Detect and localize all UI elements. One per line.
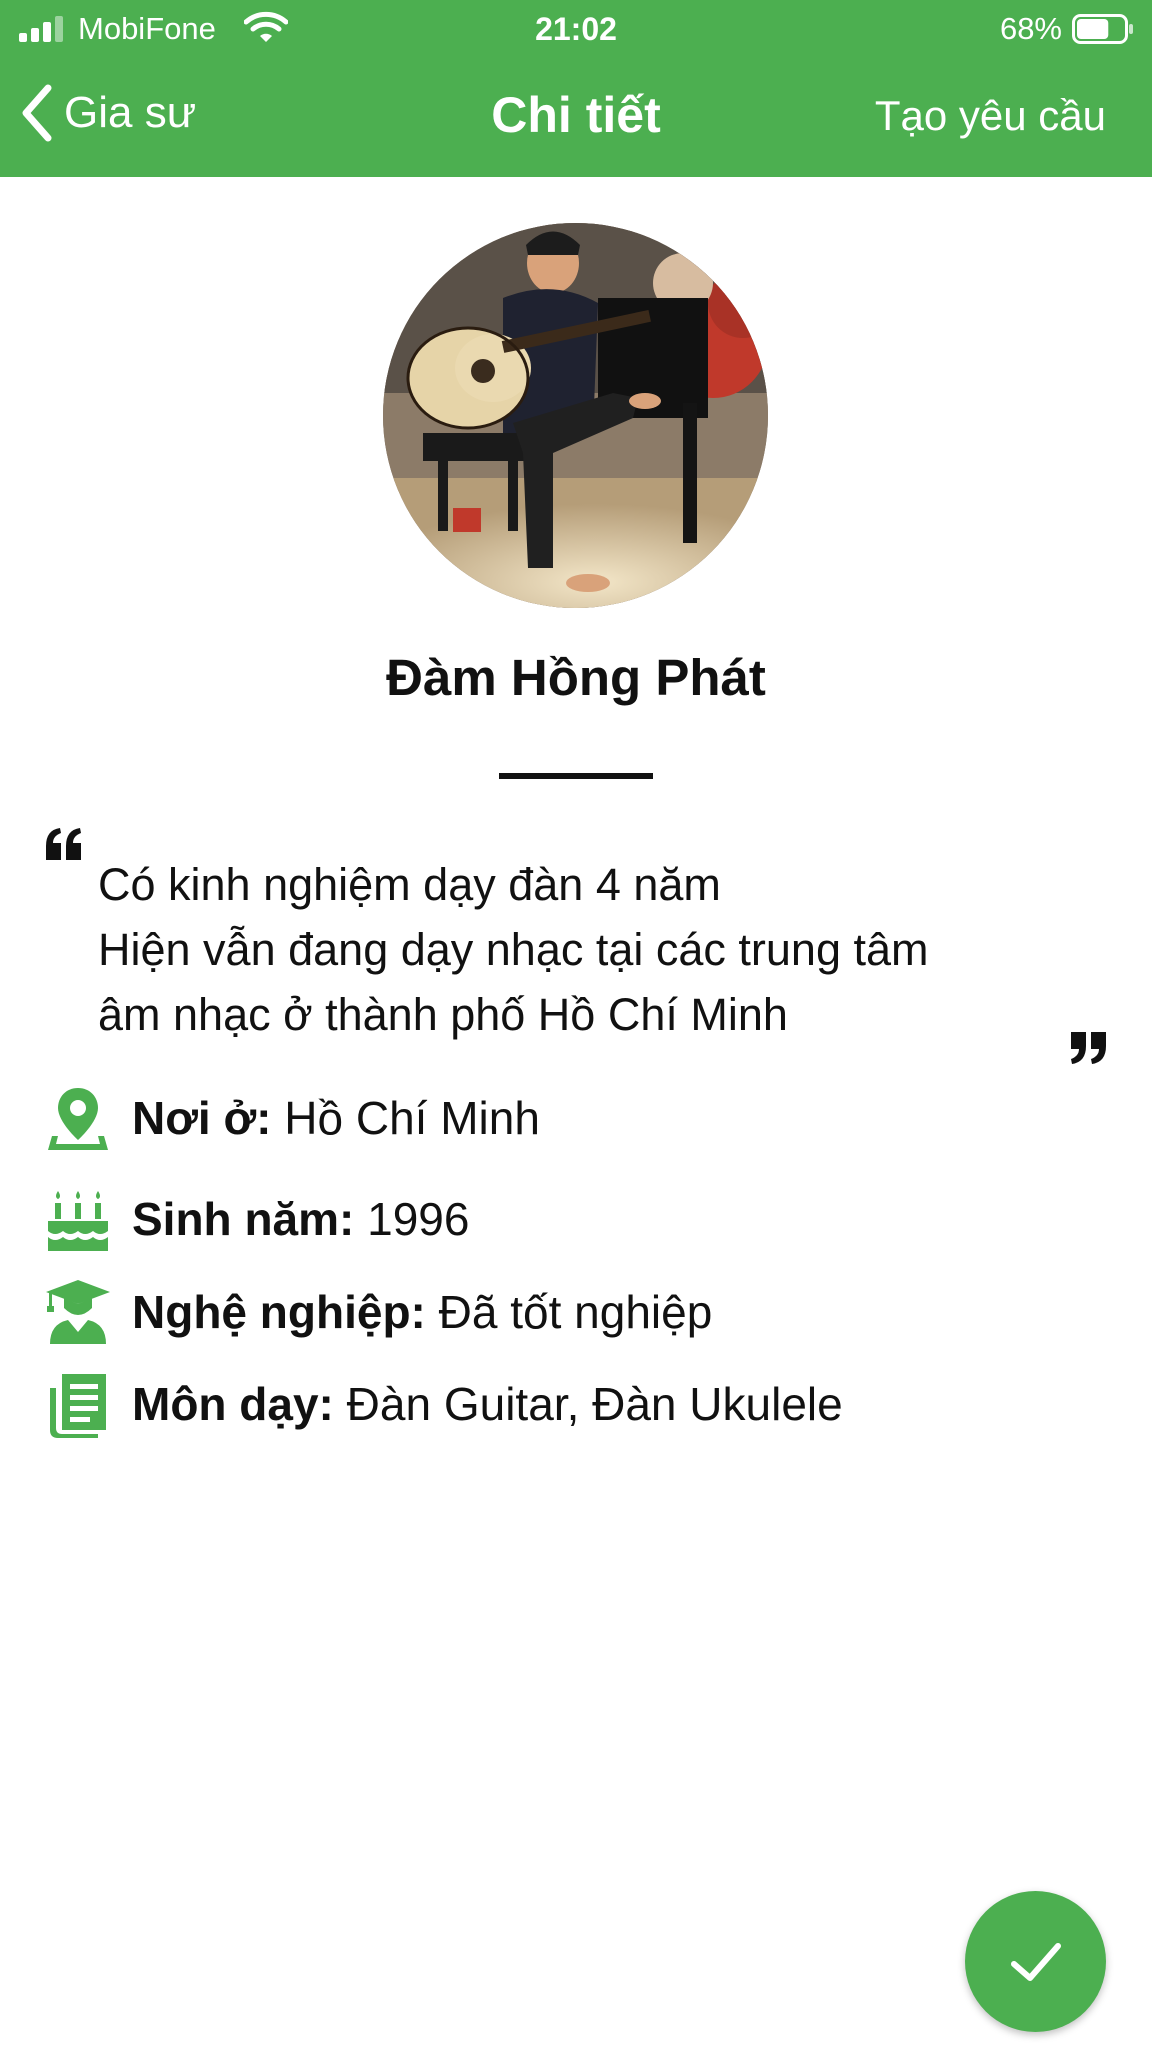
quote-text: Có kinh nghiệm dạy đàn 4 năm Hiện vẫn đa… (98, 852, 1068, 1047)
profile-name: Đàm Hồng Phát (386, 649, 766, 706)
name-divider (499, 773, 653, 779)
battery-percent: 68% (999, 11, 1062, 46)
screen: MobiFone 21:02 68% Gia sư Chi tiết Tạo y… (0, 0, 1152, 2048)
app-header: MobiFone 21:02 68% Gia sư Chi tiết Tạo y… (0, 0, 1152, 177)
avatar (383, 223, 768, 608)
birthday-cake-icon (48, 1191, 108, 1251)
info-value-location: Hồ Chí Minh (271, 1092, 540, 1144)
info-label-location: Nơi ở: (132, 1092, 272, 1144)
info-label-subjects: Môn dạy: (132, 1378, 334, 1430)
info-value-birth-year: 1996 (354, 1193, 470, 1245)
chevron-left-icon (22, 84, 52, 142)
info-label-birth-year: Sinh năm: (132, 1193, 355, 1245)
info-label-occupation: Nghệ nghiệp: (132, 1286, 426, 1338)
battery-icon (1072, 14, 1133, 44)
navigation-bar: Gia sư Chi tiết Tạo yêu cầu (0, 58, 1152, 177)
confirm-fab-button[interactable] (965, 1891, 1106, 2032)
info-value-subjects: Đàn Guitar, Đàn Ukulele (333, 1378, 843, 1430)
subjects-book-icon (50, 1374, 106, 1438)
create-request-button[interactable]: Tạo yêu cầu (875, 86, 1106, 146)
info-value-occupation: Đã tốt nghiệp (425, 1286, 713, 1338)
avatar-photo (383, 223, 768, 608)
info-row-subjects: Môn dạy: Đàn Guitar, Đàn Ukulele (44, 1369, 1104, 1439)
quote-line: Có kinh nghiệm dạy đàn 4 năm (98, 859, 721, 910)
info-row-birth-year: Sinh năm: 1996 (44, 1184, 1104, 1254)
quote-line: Hiện vẫn đang dạy nhạc tại các trung tâm (98, 924, 929, 975)
status-bar: MobiFone 21:02 68% (0, 0, 1152, 58)
quote-open-icon (46, 828, 81, 860)
location-pin-icon (48, 1088, 108, 1150)
quote-close-icon (1071, 1032, 1106, 1064)
info-row-occupation: Nghệ nghiệp: Đã tốt nghiệp (44, 1277, 1104, 1347)
checkmark-icon (1010, 1942, 1061, 1981)
graduate-icon (46, 1280, 110, 1344)
status-time: 21:02 (535, 11, 617, 47)
info-row-location: Nơi ở: Hồ Chí Minh (44, 1083, 1104, 1153)
quote-line: âm nhạc ở thành phố Hồ Chí Minh (98, 989, 788, 1040)
back-button-label: Gia sư (64, 88, 197, 137)
back-button[interactable]: Gia sư (20, 78, 196, 148)
